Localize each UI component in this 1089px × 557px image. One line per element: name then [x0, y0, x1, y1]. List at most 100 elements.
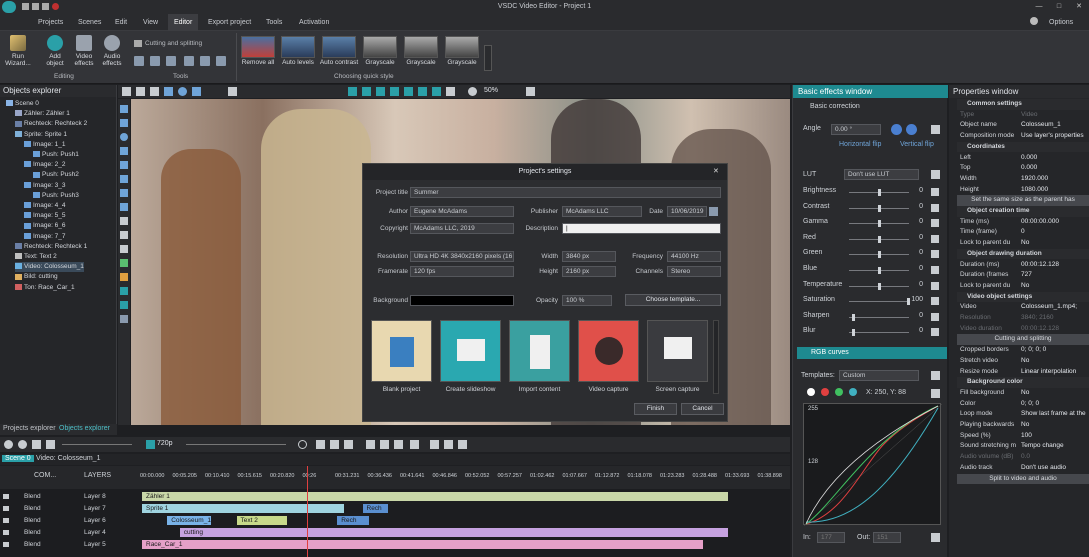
settings-icon[interactable]: [446, 87, 455, 96]
tree-item[interactable]: Ton: Race_Car_1: [15, 283, 75, 293]
menu-view[interactable]: View: [143, 14, 158, 31]
author-input[interactable]: Eugene McAdams: [410, 206, 514, 217]
pencil-icon[interactable]: [134, 56, 144, 66]
maximize-icon[interactable]: □: [1050, 0, 1068, 14]
visibility-icon[interactable]: [3, 530, 9, 535]
tree-item[interactable]: Image: 4_4: [24, 201, 66, 211]
angle-input[interactable]: 0.00 °: [831, 124, 881, 135]
audio-effects-button[interactable]: Audio effects: [99, 35, 125, 67]
reset-icon[interactable]: [931, 219, 939, 228]
property-row[interactable]: Type Video: [957, 110, 1089, 121]
property-row[interactable]: Loop mode Show last frame at the: [957, 409, 1089, 420]
marker-icon[interactable]: [430, 440, 439, 449]
property-row[interactable]: Duration (ms) 00:00:12.128: [957, 260, 1089, 271]
chart-icon[interactable]: [120, 189, 128, 197]
speech-bubble-icon[interactable]: [120, 245, 128, 253]
property-button[interactable]: Cutting and splitting: [957, 334, 1089, 345]
stop-icon[interactable]: [410, 440, 419, 449]
timeline-clip[interactable]: Zähler 1: [142, 492, 728, 501]
go-end-icon[interactable]: [394, 440, 403, 449]
property-row[interactable]: Audio volume (dB) 0.0: [957, 452, 1089, 463]
menu-projects[interactable]: Projects: [38, 14, 63, 31]
slider-handle[interactable]: [851, 329, 855, 337]
minimize-icon[interactable]: —: [1030, 0, 1048, 14]
property-row[interactable]: Composition mode Use layer's properties: [957, 131, 1089, 142]
visibility-icon[interactable]: [3, 506, 9, 511]
add-object-button[interactable]: Add object: [42, 35, 68, 67]
slider-track[interactable]: [849, 332, 909, 334]
property-row[interactable]: Speed (%) 100: [957, 431, 1089, 442]
visibility-icon[interactable]: [3, 494, 9, 499]
crop-icon[interactable]: [166, 56, 176, 66]
property-row[interactable]: Time (frame) 0: [957, 227, 1089, 238]
rewind-icon[interactable]: [344, 440, 353, 449]
undo-icon[interactable]: [192, 87, 201, 96]
rectangle-icon[interactable]: [120, 119, 128, 127]
description-input[interactable]: |: [562, 223, 721, 234]
blend-mode-select[interactable]: Blend: [24, 539, 41, 551]
tab-scene-0[interactable]: Scene 0: [2, 455, 34, 462]
snap-icon[interactable]: [458, 440, 467, 449]
rotate-left-icon[interactable]: [891, 124, 902, 135]
polygon-icon[interactable]: [120, 175, 128, 183]
tree-item[interactable]: Image: 2_2: [24, 160, 66, 170]
property-row[interactable]: Fill background No: [957, 388, 1089, 399]
tree-item[interactable]: Image: 5_5: [24, 211, 66, 221]
project-title-input[interactable]: Summer: [410, 187, 721, 198]
menu-editor[interactable]: Editor: [168, 14, 199, 31]
tab-objects-explorer[interactable]: Objects explorer: [59, 425, 110, 432]
line-icon[interactable]: [120, 147, 128, 155]
preview-quality-icon[interactable]: [146, 440, 155, 449]
previous-frame-icon[interactable]: [330, 440, 339, 449]
property-row[interactable]: Stretch video No: [957, 356, 1089, 367]
curve-out-input[interactable]: 151: [873, 532, 901, 543]
rotate-right-icon[interactable]: [906, 124, 917, 135]
timeline-clip[interactable]: Rech: [337, 516, 369, 525]
visibility-icon[interactable]: [3, 542, 9, 547]
red-channel-icon[interactable]: [821, 388, 829, 396]
copyright-input[interactable]: McAdams LLC, 2019: [410, 223, 514, 234]
select-icon[interactable]: [150, 56, 160, 66]
subtitle-icon[interactable]: [120, 231, 128, 239]
tree-item[interactable]: Sprite: Sprite 1: [15, 130, 67, 140]
rgb-curves-header[interactable]: RGB curves: [797, 347, 947, 359]
transform-icon[interactable]: [200, 56, 210, 66]
tool-icon[interactable]: [136, 87, 145, 96]
align-icon[interactable]: [390, 87, 399, 96]
timeline-clip[interactable]: Sprite 1: [142, 504, 344, 513]
zoom-in-icon[interactable]: [32, 440, 41, 449]
ellipse-icon[interactable]: [120, 133, 128, 141]
reset-icon[interactable]: [931, 250, 939, 259]
background-color-select[interactable]: [410, 295, 514, 306]
property-row[interactable]: Left 0.000: [957, 153, 1089, 164]
property-row[interactable]: Lock to parent du No: [957, 238, 1089, 249]
property-button[interactable]: Set the same size as the parent has: [957, 195, 1089, 206]
counter-icon[interactable]: [120, 203, 128, 211]
timeline-ruler[interactable]: 00:00.000 00:05.205 00:10.410 00:15.615 00:2…: [140, 466, 790, 489]
image-icon[interactable]: [120, 259, 128, 267]
timeline-clip[interactable]: cutting: [179, 528, 728, 537]
next-frame-icon[interactable]: [380, 440, 389, 449]
slider-handle[interactable]: [851, 313, 855, 321]
audio-icon[interactable]: [120, 301, 128, 309]
tree-item[interactable]: Push: Push2: [33, 170, 79, 180]
curve-icon[interactable]: [120, 161, 128, 169]
slider-handle[interactable]: [878, 251, 881, 259]
align-icon[interactable]: [348, 87, 357, 96]
cutting-splitting-label[interactable]: Cutting and splitting: [145, 40, 202, 47]
slider-handle[interactable]: [878, 267, 881, 274]
blend-mode-select[interactable]: Blend: [24, 491, 41, 503]
horizontal-flip-toggle[interactable]: Horizontal flip: [839, 141, 881, 148]
calendar-icon[interactable]: [709, 207, 718, 216]
text-icon[interactable]: [120, 217, 128, 225]
basic-correction-label[interactable]: Basic correction: [810, 103, 860, 110]
align-icon[interactable]: [418, 87, 427, 96]
timeline-clip[interactable]: Colosseum_1: [167, 516, 212, 525]
video-effects-button[interactable]: Video effects: [72, 35, 96, 67]
property-row[interactable]: Playing backwards No: [957, 420, 1089, 431]
opacity-input[interactable]: 100 %: [562, 295, 612, 306]
publisher-input[interactable]: McAdams LLC: [562, 206, 642, 217]
timeline-clip[interactable]: Text 2: [236, 516, 287, 525]
cancel-button[interactable]: Cancel: [681, 403, 724, 415]
style-grayscale-1[interactable]: Grayscale: [362, 36, 398, 66]
